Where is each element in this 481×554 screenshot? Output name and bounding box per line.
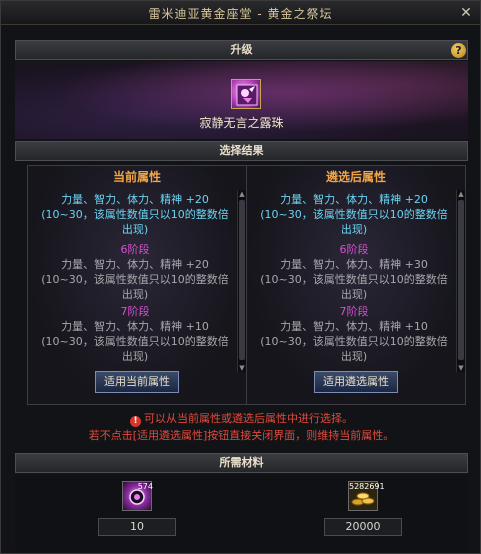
material-1-stack: 574 bbox=[137, 482, 153, 491]
current-stage6-block: 6阶段 力量、智力、体力、精神 +20 (10~30，该属性数值只以10的整数倍… bbox=[36, 242, 234, 302]
material-2-stack: 5282691 bbox=[349, 482, 385, 491]
selected-attr-line: 力量、智力、体力、精神 +20 (10~30，该属性数值只以10的整数倍出现) bbox=[260, 193, 448, 236]
current-attributes-title: 当前属性 bbox=[112, 170, 161, 184]
notice-line-1: ! 可以从当前属性或遴选后属性中进行选择。 bbox=[1, 412, 481, 427]
dew-orb-icon bbox=[236, 84, 258, 106]
upgrade-header: 升级 bbox=[15, 40, 468, 60]
scroll-down-icon[interactable]: ▼ bbox=[457, 364, 465, 372]
materials-header: 所需材料 bbox=[15, 453, 468, 473]
close-icon[interactable]: ✕ bbox=[458, 5, 474, 21]
material-slot-1[interactable]: 574 bbox=[122, 481, 153, 511]
current-attr-line: 力量、智力、体力、精神 +20 (10~30，该属性数值只以10的整数倍出现) bbox=[41, 193, 229, 236]
window-title: 雷米迪亚黄金座堂 - 黄金之祭坛 bbox=[148, 7, 333, 21]
current-panel-scrollbar[interactable]: ▲ ▼ bbox=[237, 190, 246, 372]
current-attr-block: 力量、智力、体力、精神 +20 (10~30，该属性数值只以10的整数倍出现) bbox=[36, 192, 234, 237]
scroll-down-icon[interactable]: ▼ bbox=[238, 364, 246, 372]
altar-window: 雷米迪亚黄金座堂 - 黄金之祭坛 ✕ 升级 ? 寂静无言之露珠 选择结果 当前属… bbox=[0, 0, 481, 554]
current-stage7-block: 7阶段 力量、智力、体力、精神 +10 (10~30，该属性数值只以10的整数倍… bbox=[36, 304, 234, 364]
results-header: 选择结果 bbox=[15, 141, 468, 161]
selected-stage7-label: 7阶段 bbox=[339, 305, 369, 318]
help-icon[interactable]: ? bbox=[451, 43, 466, 58]
scroll-up-icon[interactable]: ▲ bbox=[457, 190, 465, 198]
material-slot-2[interactable]: 5282691 bbox=[348, 481, 385, 511]
scroll-up-icon[interactable]: ▲ bbox=[238, 190, 246, 198]
material-1-required: 10 bbox=[98, 518, 176, 536]
selected-attributes-panel: 遴选后属性 力量、智力、体力、精神 +20 (10~30，该属性数值只以10的整… bbox=[246, 165, 466, 405]
notice-line-2: 若不点击[适用遴选属性]按钮直接关闭界面，则维持当前属性。 bbox=[88, 429, 395, 442]
selected-stage7-block: 7阶段 力量、智力、体力、精神 +10 (10~30，该属性数值只以10的整数倍… bbox=[255, 304, 453, 364]
materials-area bbox=[15, 475, 468, 551]
scroll-thumb[interactable] bbox=[239, 200, 245, 360]
selected-panel-scrollbar[interactable]: ▲ ▼ bbox=[456, 190, 465, 372]
warning-icon: ! bbox=[130, 416, 141, 427]
title-bar[interactable]: 雷米迪亚黄金座堂 - 黄金之祭坛 ✕ bbox=[1, 1, 480, 25]
current-stage7-label: 7阶段 bbox=[120, 305, 150, 318]
current-attributes-panel: 当前属性 力量、智力、体力、精神 +20 (10~30，该属性数值只以10的整数… bbox=[27, 165, 247, 405]
current-stage6-text: 力量、智力、体力、精神 +20 (10~30，该属性数值只以10的整数倍出现) bbox=[41, 258, 229, 301]
selected-attr-block: 力量、智力、体力、精神 +20 (10~30，该属性数值只以10的整数倍出现) bbox=[255, 192, 453, 237]
current-stage6-label: 6阶段 bbox=[120, 243, 150, 256]
apply-current-button[interactable]: 适用当前属性 bbox=[95, 371, 179, 393]
material-2-required: 20000 bbox=[324, 518, 402, 536]
selected-stage6-label: 6阶段 bbox=[339, 243, 369, 256]
current-stage7-text: 力量、智力、体力、精神 +10 (10~30，该属性数值只以10的整数倍出现) bbox=[41, 320, 229, 363]
selected-stage6-block: 6阶段 力量、智力、体力、精神 +30 (10~30，该属性数值只以10的整数倍… bbox=[255, 242, 453, 302]
upgrade-item-name: 寂静无言之露珠 bbox=[199, 116, 284, 130]
notice-text-1: 可以从当前属性或遴选后属性中进行选择。 bbox=[144, 412, 353, 425]
apply-selected-button[interactable]: 适用遴选属性 bbox=[314, 371, 398, 393]
selected-stage7-text: 力量、智力、体力、精神 +10 (10~30，该属性数值只以10的整数倍出现) bbox=[260, 320, 448, 363]
selected-attributes-title: 遴选后属性 bbox=[325, 170, 386, 184]
upgrade-item-slot[interactable] bbox=[231, 79, 261, 109]
selected-stage6-text: 力量、智力、体力、精神 +30 (10~30，该属性数值只以10的整数倍出现) bbox=[260, 258, 448, 301]
scroll-thumb[interactable] bbox=[458, 200, 464, 360]
